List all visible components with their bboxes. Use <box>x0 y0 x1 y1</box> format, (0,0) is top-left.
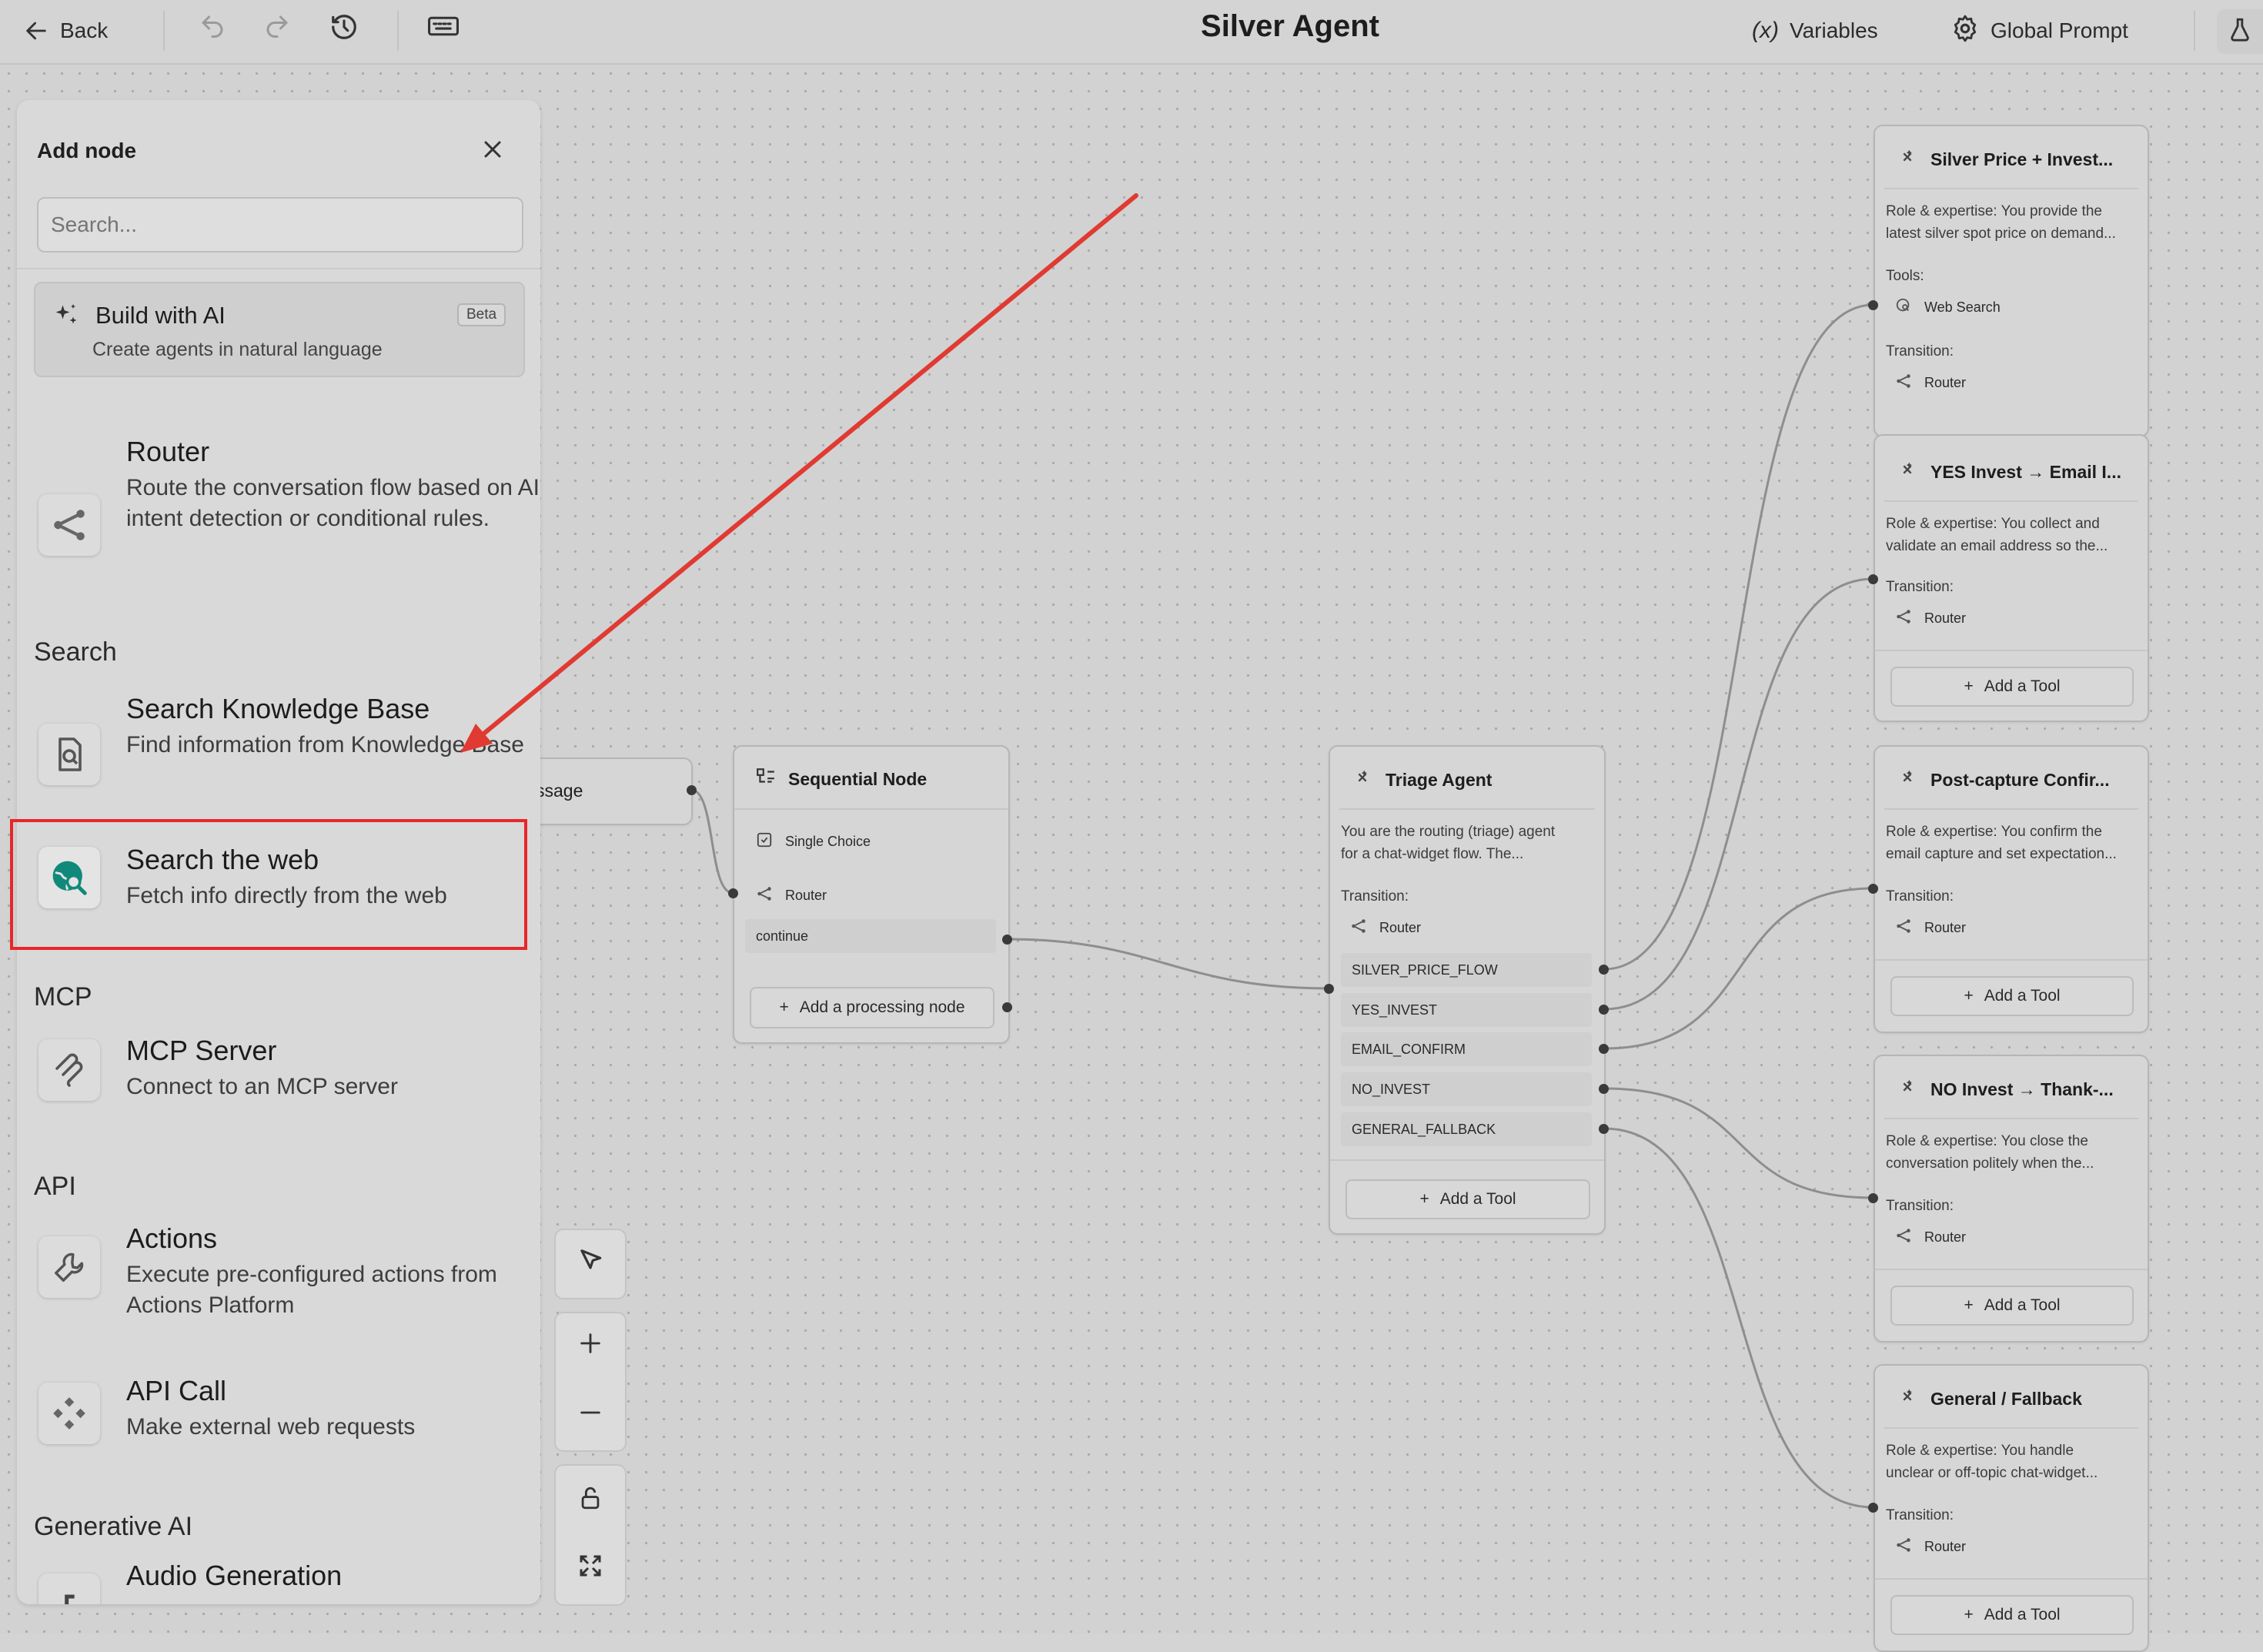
annotation-arrow <box>460 193 1138 753</box>
